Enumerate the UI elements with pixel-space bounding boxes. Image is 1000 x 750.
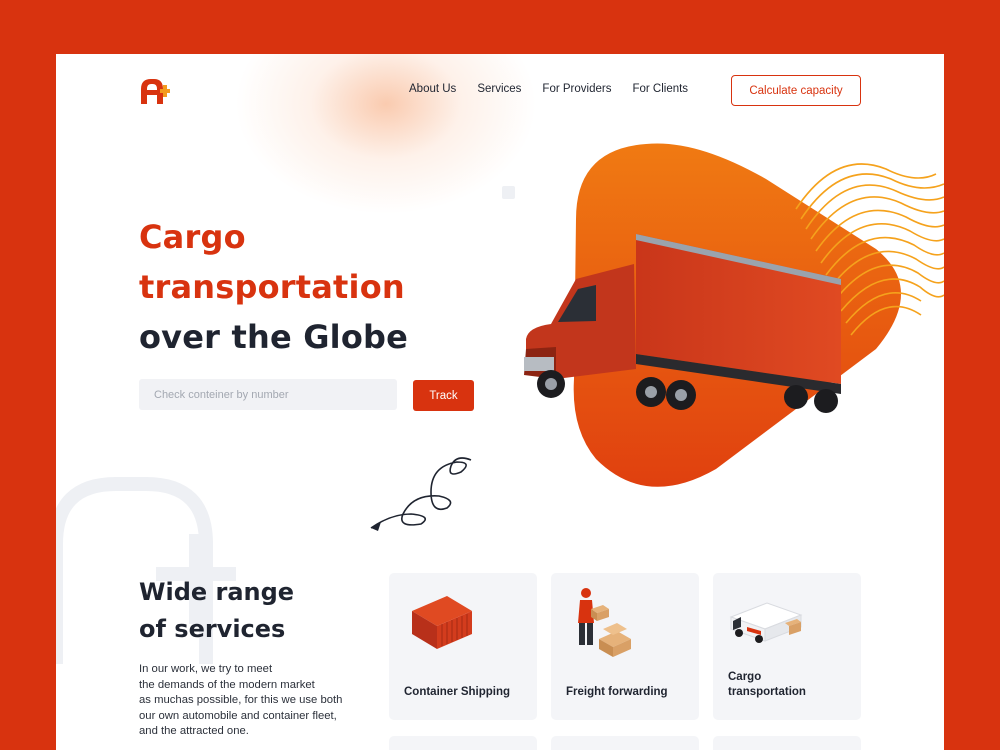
hero-title-line3: over the Globe (139, 318, 409, 356)
services-title: Wide range of services (139, 574, 294, 648)
hero-title: Cargo transportation over the Globe (139, 212, 408, 362)
nav-for-clients[interactable]: For Clients (632, 83, 688, 95)
service-card-partial[interactable] (551, 736, 699, 750)
service-card-label: Container Shipping (404, 686, 511, 698)
service-card-freight-forwarding[interactable]: Freight forwarding (551, 573, 699, 720)
nav-services[interactable]: Services (477, 83, 521, 95)
container-number-input[interactable] (139, 379, 397, 410)
service-card-label: Freight forwarding (566, 686, 668, 698)
nav-about-us[interactable]: About Us (409, 83, 456, 95)
service-card-cargo-transportation[interactable]: Cargo transportation (713, 573, 861, 720)
background-glow (236, 54, 536, 214)
curly-arrow-icon (370, 457, 472, 531)
service-card-container-shipping[interactable]: Container Shipping (389, 573, 537, 720)
brand-logo-icon[interactable] (138, 76, 172, 106)
delivery-van-icon (729, 602, 803, 643)
hero-title-line1: Cargo (139, 218, 246, 256)
track-button[interactable]: Track (413, 380, 474, 411)
service-card-partial[interactable] (389, 736, 537, 750)
calculate-capacity-button[interactable]: Calculate capacity (731, 75, 861, 106)
shipping-container-icon (412, 596, 472, 649)
service-card-partial[interactable] (713, 736, 861, 750)
services-description: In our work, we try to meet the demands … (139, 663, 343, 737)
hero-title-line2: transportation (139, 268, 405, 306)
services-title-line2: of services (139, 615, 286, 643)
courier-boxes-icon (578, 588, 631, 657)
service-card-label: Cargo transportation (728, 671, 806, 698)
landing-page: About Us Services For Providers For Clie… (56, 54, 944, 750)
main-nav: About Us Services For Providers For Clie… (409, 83, 709, 95)
services-title-line1: Wide range (139, 578, 295, 606)
nav-for-providers[interactable]: For Providers (542, 83, 611, 95)
hero-truck-image (524, 143, 944, 487)
